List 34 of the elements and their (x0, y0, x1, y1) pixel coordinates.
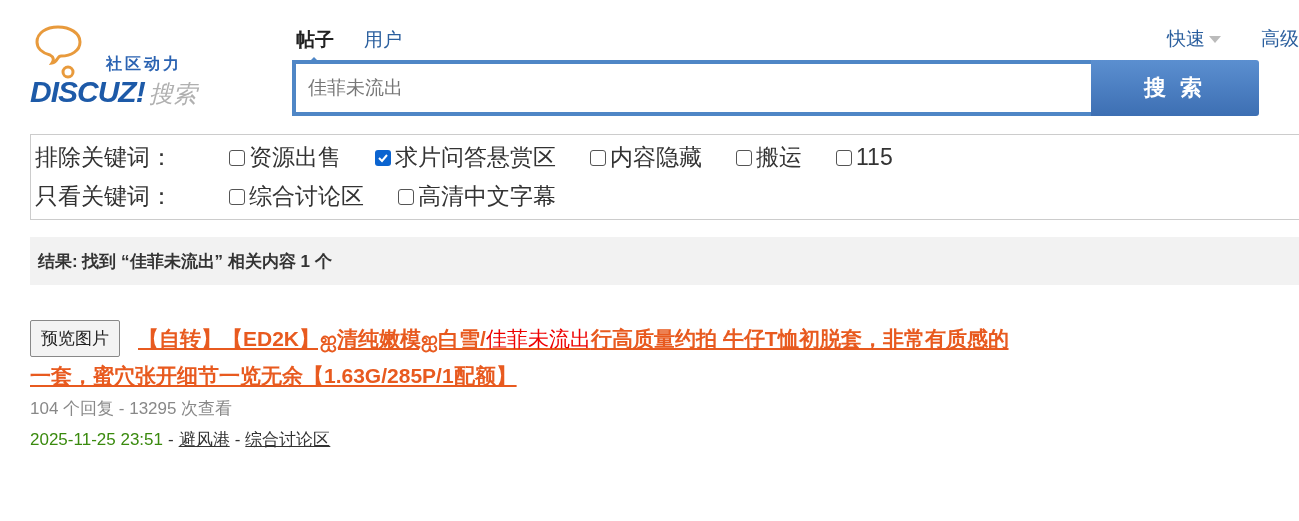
logo-suffix: 搜索 (148, 79, 197, 109)
checkbox[interactable] (229, 149, 245, 166)
forum-link[interactable]: 综合讨论区 (245, 430, 331, 449)
search-button[interactable]: 搜 索 (1091, 60, 1259, 116)
filter-label: 只看关键词： (35, 182, 174, 211)
caret-icon (1209, 35, 1221, 43)
filter-option[interactable]: 高清中文字幕 (398, 181, 556, 212)
dropdown-link[interactable]: 快速 (1167, 26, 1221, 52)
logo-tagline: 社区动力 (106, 54, 183, 74)
filter-label: 排除关键词： (35, 143, 174, 172)
checkbox[interactable] (590, 149, 606, 166)
checkbox[interactable] (229, 188, 245, 205)
checkbox[interactable] (836, 149, 852, 166)
filter-option[interactable]: 资源出售 (229, 142, 341, 173)
link[interactable]: 高级 (1261, 26, 1299, 52)
result-stats: 104 个回复 - 13295 次查看 (30, 398, 234, 420)
checkbox[interactable] (736, 149, 752, 166)
separator: - (167, 430, 174, 449)
checkbox[interactable] (398, 188, 414, 205)
post-date: 2025-11-25 23:51 (30, 430, 163, 449)
result-summary: 结果: 找到 “佳菲未流出” 相关内容 1 个 (30, 237, 1299, 285)
separator: - (234, 430, 241, 449)
filter-option[interactable]: 115 (836, 144, 893, 171)
filter-option[interactable]: 搬运 (736, 142, 802, 173)
preview-button[interactable]: 预览图片 (30, 320, 120, 357)
search-tab[interactable]: 帖子 (296, 29, 334, 61)
filter-option[interactable]: 内容隐藏 (590, 142, 702, 173)
logo-text: DISCUZ! (30, 75, 145, 109)
filter-option[interactable]: 求片问答悬赏区 (375, 142, 556, 173)
search-tab[interactable]: 用户 (364, 29, 402, 61)
checkbox[interactable] (375, 149, 391, 166)
search-field[interactable]: 佳菲未流出 (292, 60, 1091, 116)
author-link[interactable]: 避风港 (178, 430, 230, 449)
filter-option[interactable]: 综合讨论区 (229, 181, 364, 212)
